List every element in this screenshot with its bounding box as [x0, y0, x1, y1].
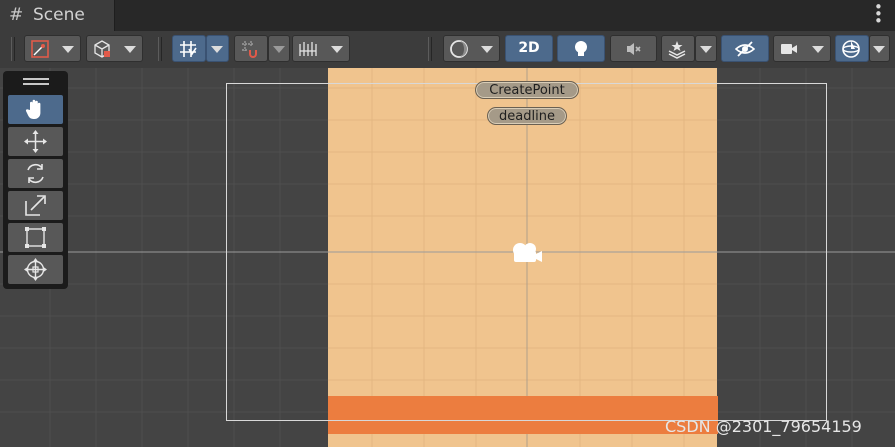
scale-tool[interactable] [8, 191, 63, 220]
vertical-ellipsis-icon[interactable]: • • • [874, 0, 883, 29]
rect-tool[interactable] [8, 223, 63, 252]
effects-toggle[interactable] [661, 35, 695, 62]
scene-toolbar: 2D [0, 31, 895, 69]
move-tool[interactable] [8, 127, 63, 156]
palette-drag-handle[interactable] [23, 78, 49, 85]
increment-snap-icon [242, 41, 257, 58]
tab-scene[interactable]: # Scene [0, 0, 115, 31]
toolbar-grip[interactable] [158, 37, 162, 61]
grid-visibility-dropdown[interactable] [292, 35, 350, 62]
gizmo-sphere-icon [842, 40, 860, 58]
lighting-toggle[interactable] [557, 35, 605, 62]
shading-mode-dropdown[interactable] [443, 35, 500, 62]
transform-tool[interactable] [8, 255, 63, 284]
shading-sphere-icon [450, 40, 468, 58]
video-camera-icon [781, 44, 797, 54]
hand-icon [25, 99, 41, 119]
createpoint-button[interactable]: CreatePoint [475, 81, 579, 99]
tab-bar: # Scene • • • [0, 0, 895, 31]
effects-layers-icon [668, 41, 686, 59]
scene-viewport[interactable]: CreatePoint deadline [0, 68, 895, 447]
shaded-draw-mode-icon [31, 40, 49, 58]
gizmos-dropdown[interactable] [869, 35, 890, 62]
speaker-muted-icon [627, 43, 641, 55]
grid-snap-dropdown[interactable] [206, 35, 229, 62]
wireframe-cube-icon [94, 40, 110, 58]
grid-snap-icon [180, 41, 197, 57]
deadline-button[interactable]: deadline [487, 107, 567, 125]
lightbulb-icon [575, 41, 587, 56]
watermark-text: CSDN @2301_79654159 [665, 417, 862, 436]
increment-snap-dropdown[interactable] [268, 35, 290, 62]
increment-snap-button[interactable] [234, 35, 268, 62]
hidden-objects-toggle[interactable] [721, 35, 769, 62]
rotate-tool[interactable] [8, 159, 63, 188]
gizmos-toggle[interactable] [835, 35, 869, 62]
hand-tool[interactable] [8, 95, 63, 124]
move-arrows-icon [24, 130, 47, 153]
grid-hash-icon: # [9, 5, 24, 25]
scale-arrow-icon [25, 195, 46, 216]
draw-mode-dropdown[interactable] [24, 35, 81, 62]
grid-ruler-icon [299, 42, 317, 56]
toggle-2d-button[interactable]: 2D [505, 35, 553, 62]
grid-snap-button[interactable] [172, 35, 206, 62]
camera-gizmo-icon[interactable] [511, 241, 543, 265]
rotate-arrows-icon [27, 163, 44, 184]
tool-palette [3, 71, 68, 289]
rect-transform-icon [25, 227, 46, 248]
transform-gizmo-icon [24, 258, 47, 281]
audio-toggle[interactable] [610, 35, 657, 62]
camera-settings-dropdown[interactable] [773, 35, 831, 62]
toolbar-grip[interactable] [428, 37, 432, 61]
eye-crossed-icon [735, 41, 755, 57]
toolbar-grip[interactable] [11, 37, 15, 61]
tab-scene-label: Scene [33, 5, 85, 25]
effects-dropdown[interactable] [695, 35, 717, 62]
view-options-dropdown[interactable] [86, 35, 143, 62]
